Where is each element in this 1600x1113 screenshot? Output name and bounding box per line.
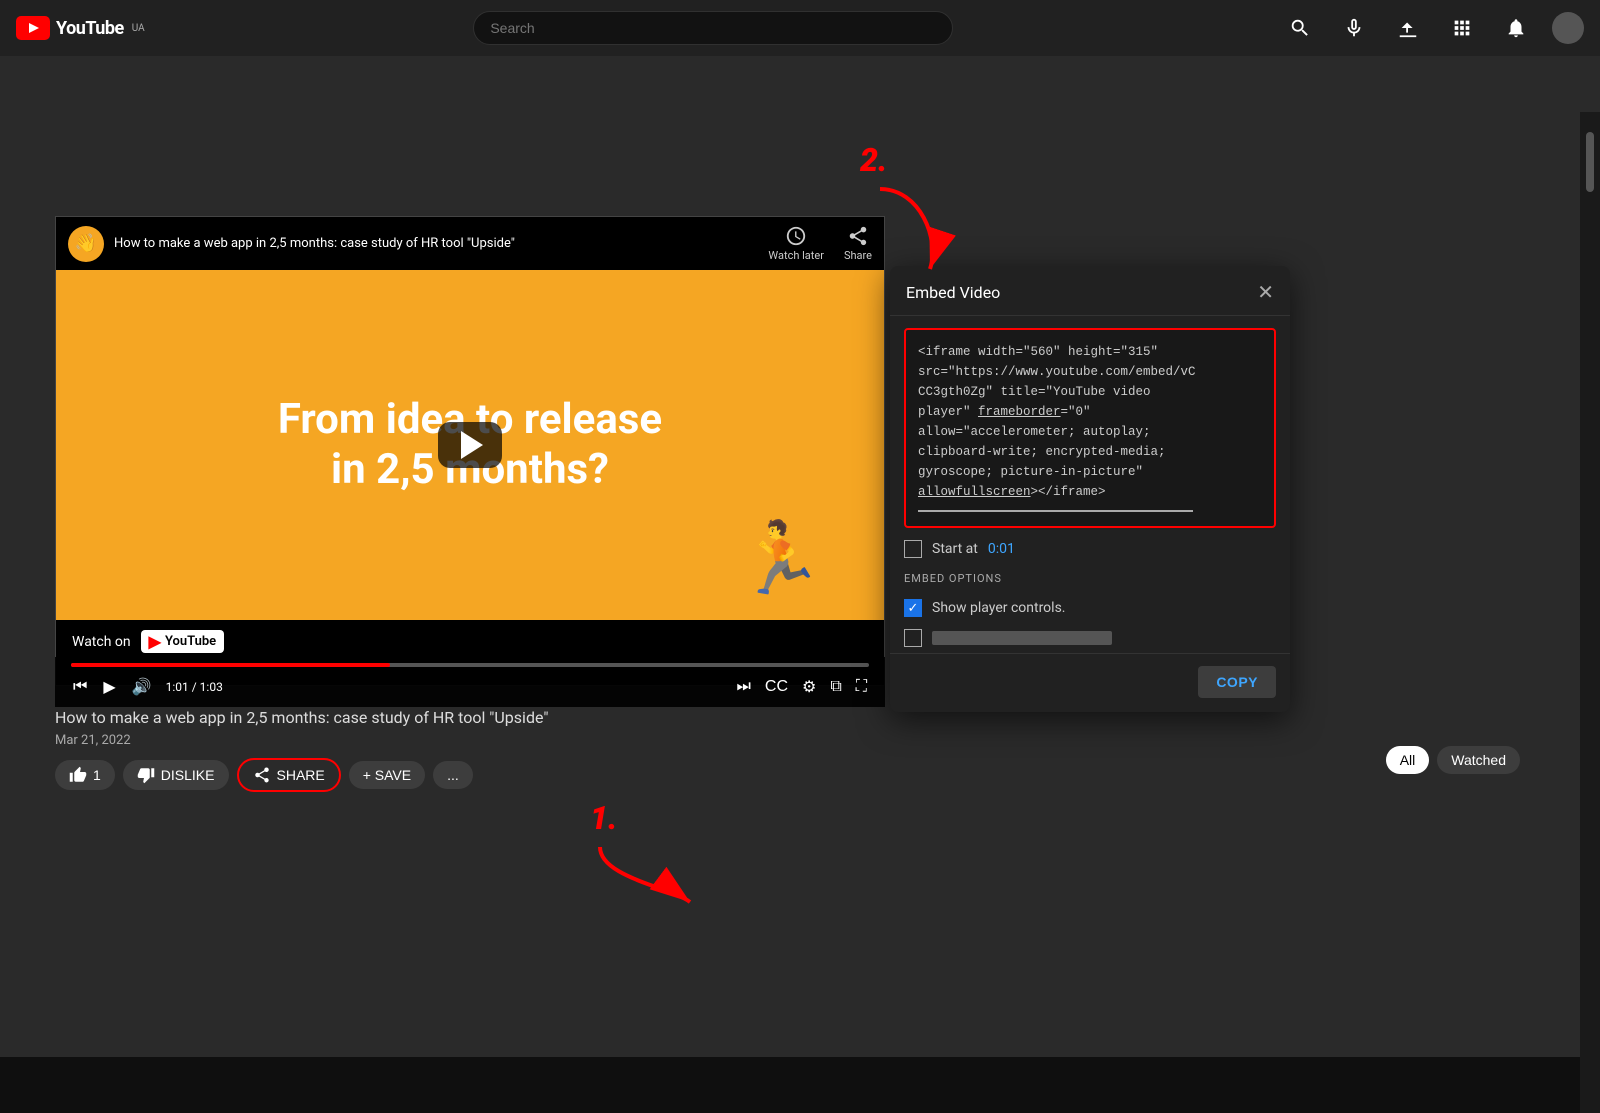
skip-back-button[interactable]: ⏮ [71,676,89,698]
search-icon [1289,17,1311,39]
sidebar-scrollbar[interactable] [1580,112,1600,1113]
watch-later-button[interactable]: Watch later [768,225,824,262]
start-at-label: Start at [932,541,978,557]
user-avatar[interactable] [1552,12,1584,44]
upload-icon [1397,17,1419,39]
start-at-checkbox[interactable] [904,540,922,558]
embed-code-text: <iframe width="560" height="315" src="ht… [918,345,1196,499]
search-input[interactable] [474,12,952,44]
show-controls-label: Show player controls. [932,600,1066,616]
progress-bar[interactable] [71,663,869,667]
yt-badge-icon: ▶ [149,632,161,651]
like-button[interactable]: 1 [55,760,115,790]
video-top-actions: Watch later Share [768,225,872,262]
embed-copy-row: COPY [890,653,1290,712]
time-display: 1:01 / 1:03 [166,680,223,694]
copy-button[interactable]: COPY [1198,666,1276,698]
annotation-2-label: 2. [860,141,887,179]
clock-icon [785,225,807,247]
yt-badge-text: YouTube [165,634,216,649]
watched-pill-button[interactable]: Watched [1437,746,1520,774]
embed-code-box[interactable]: <iframe width="560" height="315" src="ht… [904,328,1276,528]
play-triangle [461,431,483,459]
runner-figure: 🏃 [737,518,824,600]
embed-options-label: EMBED OPTIONS [890,568,1290,593]
start-at-time[interactable]: 0:01 [988,541,1015,557]
annotation-2-arrow [860,179,960,279]
publish-date: Mar 21, 2022 [55,733,131,748]
embed-modal-title: Embed Video [906,283,1000,302]
microphone-icon-button[interactable] [1336,10,1372,46]
watch-on-label: Watch on [72,634,131,650]
thumbs-down-icon [137,766,155,784]
second-option-label [932,631,1112,645]
apps-icon-button[interactable] [1444,10,1480,46]
embed-video-modal: Embed Video ✕ <iframe width="560" height… [890,266,1290,712]
video-title-top: How to make a web app in 2,5 months: cas… [114,236,758,251]
more-button[interactable]: ... [433,761,473,789]
notifications-icon [1505,17,1527,39]
share-action-icon [253,766,271,784]
channel-icon: 👋 [68,226,104,262]
thumbs-up-icon [69,766,87,784]
country-badge: UA [132,23,145,34]
sidebar-filter-pills: All Watched [1386,746,1520,774]
miniplayer-button[interactable]: ⧉ [828,676,843,698]
apps-icon [1451,17,1473,39]
search-icon-button[interactable] [1282,10,1318,46]
show-controls-checkbox[interactable] [904,599,922,617]
youtube-logo-icon [16,16,50,40]
save-button[interactable]: + SAVE [349,761,425,789]
show-controls-row: Show player controls. [890,593,1290,623]
scrollbar-thumb [1586,132,1594,192]
top-navigation: YouTube UA [0,0,1600,56]
youtube-logo[interactable]: YouTube UA [16,16,145,40]
video-info-title: How to make a web app in 2,5 months: cas… [55,708,835,727]
youtube-wordmark: YouTube [56,18,124,39]
captions-button[interactable]: CC [763,676,790,698]
second-option-row [890,623,1290,653]
microphone-icon [1343,17,1365,39]
youtube-badge: ▶ YouTube [141,630,225,653]
embed-code-underline [918,510,1193,512]
video-info-area: How to make a web app in 2,5 months: cas… [0,696,890,804]
video-thumbnail: From idea to release in 2,5 months? 🏃 [56,270,884,620]
share-button[interactable]: SHARE [237,758,341,792]
all-pill-button[interactable]: All [1386,746,1430,774]
video-actions-row: 1 DISLIKE SHARE + SAVE ... [55,758,835,792]
progress-fill [71,663,390,667]
video-meta: Mar 21, 2022 [55,733,835,748]
next-button[interactable]: ⏭ [735,676,753,698]
dislike-button[interactable]: DISLIKE [123,760,229,790]
search-area [157,11,1270,45]
nav-icons [1282,10,1584,46]
main-content: 👋 How to make a web app in 2,5 months: c… [0,56,1600,1057]
annotation-1-label: 1. [590,799,617,837]
upload-icon-button[interactable] [1390,10,1426,46]
fullscreen-button[interactable]: ⛶ [854,676,869,698]
search-box [473,11,953,45]
annotation-2: 2. [860,141,960,279]
notifications-icon-button[interactable] [1498,10,1534,46]
video-top-bar: 👋 How to make a web app in 2,5 months: c… [56,217,884,270]
embed-close-button[interactable]: ✕ [1257,280,1274,305]
annotation-1-arrow [590,837,710,917]
annotation-1: 1. [590,799,710,917]
second-option-checkbox[interactable] [904,629,922,647]
video-player: 👋 How to make a web app in 2,5 months: c… [55,216,885,686]
play-button[interactable] [438,422,502,468]
embed-start-row: Start at 0:01 [890,540,1290,568]
